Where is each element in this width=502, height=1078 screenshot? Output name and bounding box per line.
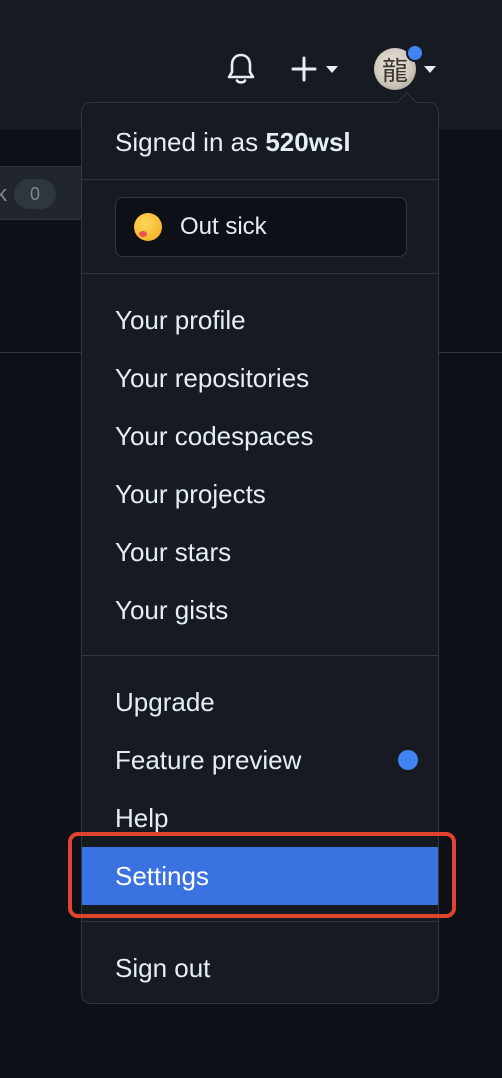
menu-divider <box>82 179 438 180</box>
avatar-glyph: 龍 <box>381 56 408 87</box>
menu-item-your-projects[interactable]: Your projects <box>82 465 438 523</box>
status-text: Out sick <box>180 213 267 240</box>
menu-item-your-repositories[interactable]: Your repositories <box>82 349 438 407</box>
menu-item-your-stars[interactable]: Your stars <box>82 523 438 581</box>
notifications-button[interactable] <box>226 50 260 88</box>
avatar: 龍 <box>374 44 424 90</box>
menu-item-feature-preview[interactable]: Feature preview <box>82 731 438 789</box>
menu-item-your-codespaces[interactable]: Your codespaces <box>82 407 438 465</box>
background-counter-tab: k 0 <box>0 166 82 220</box>
new-feature-dot <box>398 750 418 770</box>
menu-divider <box>82 921 438 922</box>
user-dropdown-menu: Signed in as 520wsl Out sick Your profil… <box>81 92 439 1004</box>
signed-in-header: Signed in as 520wsl <box>115 127 351 158</box>
page-divider <box>438 352 502 353</box>
counter-badge: 0 <box>14 179 56 209</box>
chevron-down-icon <box>424 65 436 73</box>
menu-divider <box>82 273 438 274</box>
menu-item-your-gists[interactable]: Your gists <box>82 581 438 639</box>
menu-item-settings[interactable]: Settings <box>82 847 438 905</box>
menu-divider <box>82 655 438 656</box>
menu-item-your-profile[interactable]: Your profile <box>82 291 438 349</box>
create-new-button[interactable] <box>290 50 348 88</box>
menu-item-help[interactable]: Help <box>82 789 438 847</box>
user-menu-button[interactable]: 龍 <box>374 44 444 92</box>
status-dot <box>406 44 424 62</box>
woozy-face-icon <box>134 213 162 241</box>
menu-item-upgrade[interactable]: Upgrade <box>82 673 438 731</box>
feature-preview-label: Feature preview <box>115 744 302 775</box>
set-status-button[interactable]: Out sick <box>115 197 407 257</box>
page-divider <box>0 352 82 353</box>
plus-icon <box>291 56 317 82</box>
counter-label-fragment: k <box>0 181 7 206</box>
bell-icon <box>227 53 255 84</box>
menu-item-sign-out[interactable]: Sign out <box>82 939 438 997</box>
chevron-down-icon <box>326 65 338 73</box>
signed-in-prefix: Signed in as <box>115 127 259 157</box>
username: 520wsl <box>265 127 351 157</box>
